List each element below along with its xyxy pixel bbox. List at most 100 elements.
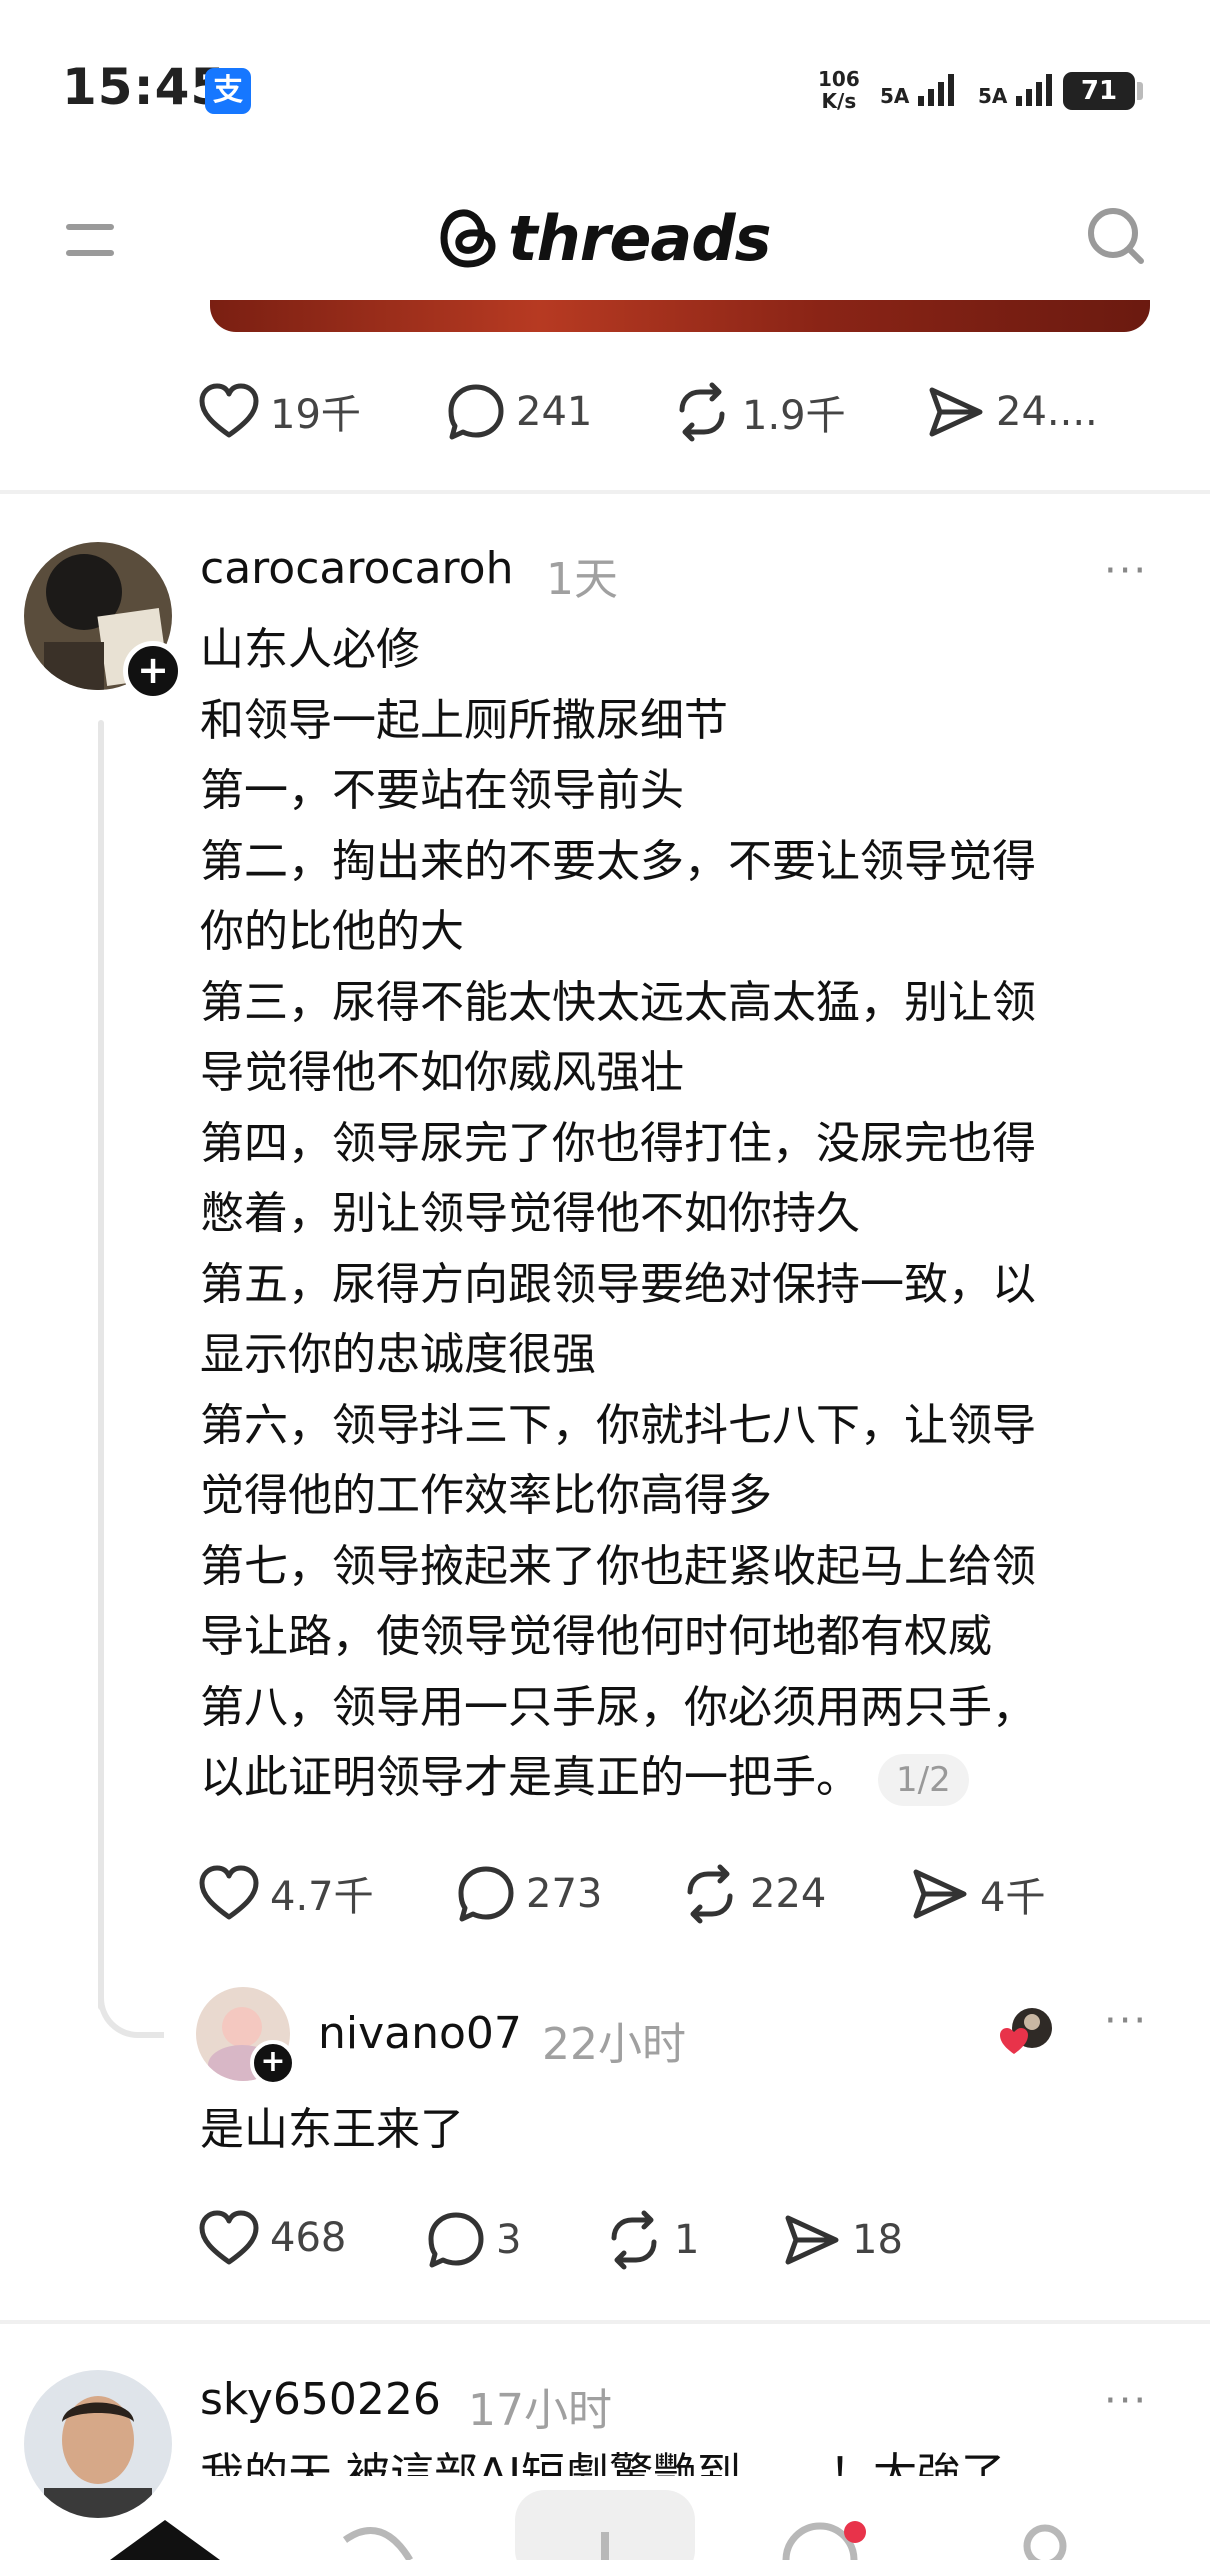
next-post-text-clip: 我的天 被這部AI短劇驚艷到……！太強了 [200, 2440, 1160, 2476]
signal-bars-icon [918, 74, 955, 106]
reply-count: 241 [516, 389, 593, 435]
post-line: 你的比他的大 [200, 906, 464, 957]
repost-icon [679, 382, 725, 442]
post-line: 显示你的忠诚度很强 [200, 1329, 596, 1380]
profile-icon [1023, 2524, 1067, 2560]
post-line: 觉得他的工作效率比你高得多 [200, 1470, 772, 1521]
activity-heart-icon [782, 2522, 858, 2560]
signal-bars-icon [1016, 74, 1053, 106]
post-line: 第八，领导用一只手尿，你必须用两只手， [200, 1681, 1036, 1733]
share-icon [785, 2215, 839, 2265]
author-liked-badge [1000, 2004, 1056, 2060]
network-speed: 106 K/s [818, 68, 860, 112]
like-count: 468 [270, 2215, 347, 2261]
more-options-button[interactable]: ··· [1104, 548, 1148, 594]
follow-plus-button[interactable]: + [250, 2040, 296, 2086]
reply-username[interactable]: nivano07 [318, 2008, 522, 2059]
like-count: 19千 [270, 392, 361, 438]
battery-level: 71 [1063, 72, 1135, 110]
threads-wordmark: threads [508, 201, 772, 275]
repost-count: 1.9千 [742, 393, 846, 439]
post-line: 以此证明领导才是真正的一把手。 [200, 1752, 860, 1803]
share-icon [913, 1869, 967, 1919]
reply-button[interactable]: 241 [446, 382, 592, 442]
post-line: 和领导一起上厕所撒尿细节 [200, 694, 728, 746]
repost-button[interactable]: 224 [680, 1864, 826, 1924]
post-line: 导觉得他不如你威风强壮 [200, 1047, 684, 1098]
status-time: 15:45 [62, 58, 227, 116]
like-button[interactable]: 468 [198, 2210, 346, 2266]
search-nav-icon [342, 2527, 414, 2560]
like-count: 4.7千 [270, 1874, 374, 1920]
network-speed-value: 106 [818, 67, 860, 91]
post-line: 第六，领导抖三下，你就抖七八下，让领导 [200, 1399, 1036, 1451]
reply-count: 3 [496, 2217, 522, 2263]
repost-count: 1 [674, 2217, 700, 2263]
reply-count: 273 [526, 1871, 603, 1917]
post-line: 第四，领导尿完了你也得打住，没尿完也得 [200, 1117, 1036, 1169]
post-body: 山东人必修 和领导一起上厕所撒尿细节 第一，不要站在领导前头 第二，掏出来的不要… [200, 615, 1160, 1814]
author-avatar-icon [1000, 2008, 1052, 2054]
previous-post-media[interactable] [210, 300, 1150, 332]
post-line: 第三，尿得不能太快太远太高太猛，别让领 [200, 976, 1036, 1028]
reply-button[interactable]: 3 [426, 2210, 521, 2270]
post-line: 第五，尿得方向跟领导要绝对保持一致，以 [200, 1258, 1036, 1310]
post-time: 1天 [546, 554, 618, 605]
post-line: 第七，领导掖起来了你也赶紧收起马上给领 [200, 1540, 1036, 1592]
reply-text: 是山东王来了 [200, 2104, 464, 2155]
notification-dot [844, 2521, 866, 2543]
share-button[interactable]: 4千 [910, 1864, 1045, 1924]
heart-icon [199, 383, 259, 438]
battery-tip [1137, 82, 1143, 100]
page-indicator[interactable]: 1/2 [878, 1754, 969, 1806]
bottom-navigation [0, 2476, 1210, 2560]
next-post-username[interactable]: sky650226 [200, 2374, 441, 2425]
post-divider [0, 490, 1210, 494]
post-line: 憋着，别让领导觉得他不如你持久 [200, 1188, 860, 1239]
search-icon[interactable] [1085, 205, 1149, 273]
share-button[interactable]: 24.... [926, 382, 1098, 442]
post-line: 第二，掏出来的不要太多，不要让领导觉得 [200, 835, 1036, 887]
more-options-button[interactable]: ··· [1104, 1998, 1148, 2044]
repost-button[interactable]: 1 [604, 2210, 699, 2270]
signal-label-1: 5A [880, 84, 910, 108]
like-button[interactable]: 4.7千 [198, 1864, 374, 1922]
signal-label-2: 5A [978, 84, 1008, 108]
heart-icon [199, 2210, 259, 2265]
post-line: 山东人必修 [200, 624, 420, 675]
heart-icon [199, 1865, 259, 1920]
next-post-text: 我的天 被這部AI短劇驚艷到……！太強了 [200, 2449, 1006, 2476]
post-divider [0, 2320, 1210, 2324]
menu-icon[interactable] [66, 220, 116, 264]
share-count: 18 [852, 2217, 903, 2263]
share-count: 24.... [996, 389, 1098, 435]
follow-plus-button[interactable]: + [123, 641, 183, 701]
more-options-button[interactable]: ··· [1104, 2378, 1148, 2424]
like-button[interactable]: 19千 [198, 382, 361, 440]
post-line-last: 以此证明领导才是真正的一把手。 1/2 [200, 1743, 1160, 1814]
share-button[interactable]: 18 [782, 2210, 903, 2270]
post-line: 第一，不要站在领导前头 [200, 765, 684, 816]
post-line: 导让路，使领导觉得他何时何地都有权威 [200, 1611, 992, 1662]
signal-strength-2: 5A [978, 68, 1060, 108]
signal-strength-1: 5A [880, 68, 962, 108]
comment-icon [428, 2212, 484, 2268]
reply-button[interactable]: 273 [456, 1864, 602, 1924]
threads-logo[interactable]: threads [440, 198, 772, 278]
comment-icon [458, 1866, 514, 1922]
threads-logo-icon [440, 209, 496, 268]
home-icon [110, 2520, 220, 2560]
share-icon [929, 387, 983, 437]
thread-connector-curve [98, 1960, 164, 2038]
share-count: 4千 [980, 1875, 1046, 1921]
repost-count: 224 [750, 1871, 827, 1917]
repost-icon [611, 2210, 657, 2270]
next-post-time: 17小时 [468, 2385, 612, 2436]
repost-button[interactable]: 1.9千 [672, 382, 846, 442]
post-username[interactable]: carocarocaroh [200, 543, 513, 594]
repost-icon [687, 1864, 733, 1924]
network-speed-unit: K/s [821, 89, 857, 113]
comment-icon [448, 384, 504, 440]
thread-connector-line [98, 720, 104, 2010]
alipay-notification-icon: 支 [205, 68, 251, 114]
